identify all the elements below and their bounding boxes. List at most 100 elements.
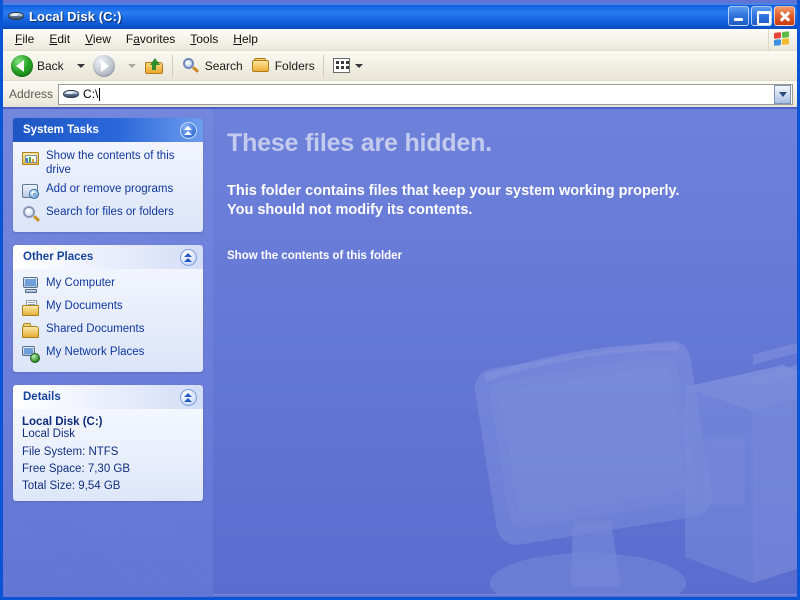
panel-details: Details Local Disk (C:) Local Disk File …: [13, 385, 203, 501]
close-button[interactable]: [774, 6, 795, 26]
page-title: These files are hidden.: [227, 129, 492, 157]
address-input[interactable]: C:\: [58, 83, 793, 105]
details-total-size: Total Size: 9,54 GB: [22, 480, 121, 492]
up-folder-icon: [144, 56, 164, 76]
back-dropdown-button[interactable]: [68, 54, 89, 78]
sidebar-item-label-my-documents: My Documents: [46, 300, 123, 312]
panel-header-details[interactable]: Details: [13, 385, 203, 409]
panel-header-other-places[interactable]: Other Places: [13, 245, 203, 269]
sidebar-item-my-computer[interactable]: My Computer: [22, 276, 195, 294]
explorer-window: Local Disk (C:) File Edit View Favorites…: [0, 0, 800, 600]
my-documents-icon: [22, 299, 40, 317]
address-harddisk-icon: [62, 86, 80, 102]
maximize-button[interactable]: [751, 6, 772, 26]
file-list-pane[interactable]: These files are hidden. This folder cont…: [213, 109, 797, 597]
menu-item-tools[interactable]: Tools: [183, 30, 226, 49]
forward-dropdown-button[interactable]: [119, 54, 140, 78]
caption-buttons: [728, 6, 795, 26]
panel-title-system-tasks: System Tasks: [23, 124, 99, 136]
menu-bar: File Edit View Favorites Tools Help: [3, 29, 797, 51]
views-button[interactable]: [328, 54, 367, 78]
address-dropdown-button[interactable]: [774, 84, 791, 104]
panel-header-system-tasks[interactable]: System Tasks: [13, 118, 203, 142]
address-label: Address: [9, 87, 54, 101]
sidebar-item-shared-documents[interactable]: Shared Documents: [22, 322, 195, 340]
panel-title-details: Details: [23, 391, 61, 403]
menu-item-help-rest: elp: [241, 32, 258, 46]
details-free-space: Free Space: 7,30 GB: [22, 463, 131, 475]
collapse-chevron-up-icon-other-places[interactable]: [180, 248, 197, 266]
panel-body-system-tasks: Show the contents of this drive Add or r…: [13, 142, 203, 232]
back-button-label: Back: [37, 58, 64, 73]
panel-title-other-places: Other Places: [23, 251, 94, 263]
explorer-body: System Tasks Show the contents of this d…: [3, 109, 797, 597]
menu-item-tools-rest: ools: [196, 32, 219, 46]
menu-item-help[interactable]: Help: [226, 30, 266, 49]
shared-documents-icon: [22, 322, 40, 340]
sidebar-item-add-remove-programs[interactable]: Add or remove programs: [22, 182, 195, 200]
panel-other-places: Other Places My Computer My Documents Sh…: [13, 245, 203, 372]
forward-button[interactable]: [89, 54, 119, 78]
toolbar: Back Search Folders: [3, 51, 797, 81]
toolbar-separator-1: [171, 54, 173, 77]
details-file-system: File System: NTFS: [22, 446, 119, 458]
add-remove-programs-icon: [22, 182, 40, 200]
toolbar-separator-2: [322, 54, 324, 77]
forward-arrow-icon: [92, 54, 115, 77]
menu-item-edit[interactable]: Edit: [42, 30, 78, 49]
window-title: Local Disk (C:): [29, 8, 122, 24]
title-bar: Local Disk (C:): [3, 3, 797, 29]
panel-body-other-places: My Computer My Documents Shared Document…: [13, 269, 203, 372]
windows-flag-icon: [768, 29, 794, 50]
back-arrow-icon: [11, 54, 33, 77]
folder-contents-icon: [22, 149, 40, 167]
panel-body-details: Local Disk (C:) Local Disk File System: …: [13, 409, 203, 501]
sidebar-item-search-files[interactable]: Search for files or folders: [22, 205, 195, 223]
sidebar-item-label-shared-documents: Shared Documents: [46, 323, 145, 335]
sidebar-item-show-contents[interactable]: Show the contents of this drive: [22, 149, 195, 177]
folders-button-label: Folders: [274, 58, 315, 73]
collapse-chevron-up-icon-details[interactable]: [180, 388, 197, 406]
address-caret: [99, 87, 101, 101]
back-button[interactable]: Back: [7, 54, 68, 78]
chevron-down-icon: [778, 91, 787, 97]
menu-item-favorites-rest: vorites: [139, 32, 176, 46]
computer-watermark-icon: [474, 338, 797, 597]
up-button[interactable]: [140, 54, 168, 78]
hidden-files-message: These files are hidden. This folder cont…: [213, 109, 797, 264]
panel-system-tasks: System Tasks Show the contents of this d…: [13, 118, 203, 232]
menu-item-view-rest: iew: [92, 32, 111, 46]
search-button[interactable]: Search: [177, 54, 247, 78]
sidebar-item-label-my-computer: My Computer: [46, 277, 116, 289]
menu-item-view[interactable]: View: [78, 30, 119, 49]
details-volume-name: Local Disk (C:): [22, 416, 103, 428]
address-value: C:\: [83, 87, 99, 101]
message-line-1: This folder contains files that keep you…: [227, 183, 680, 199]
menu-item-file-rest: ile: [22, 32, 35, 46]
folders-button[interactable]: Folders: [247, 54, 319, 78]
my-computer-icon: [22, 276, 40, 294]
address-bar: Address C:\: [3, 81, 797, 109]
search-icon: [181, 56, 201, 76]
minimize-button[interactable]: [728, 6, 749, 26]
show-contents-of-folder-link[interactable]: Show the contents of this folder: [227, 250, 402, 262]
sidebar-item-label-add-remove-programs: Add or remove programs: [46, 183, 174, 195]
network-places-icon: [22, 345, 40, 363]
menu-item-file[interactable]: File: [8, 30, 42, 49]
message-line-2: You should not modify its contents.: [227, 202, 473, 218]
details-volume-type: Local Disk: [22, 428, 76, 440]
views-icon: [332, 57, 352, 75]
magnifier-icon: [22, 205, 41, 223]
menu-item-edit-rest: dit: [57, 32, 71, 46]
sidebar-item-my-documents[interactable]: My Documents: [22, 299, 195, 317]
search-button-label: Search: [204, 58, 243, 73]
status-bar: [213, 594, 797, 597]
show-contents-link-row: Show the contents of this folder: [227, 246, 773, 264]
sidebar-item-label-network-places: My Network Places: [46, 346, 145, 358]
collapse-chevron-up-icon-system-tasks[interactable]: [180, 121, 197, 139]
menu-item-favorites[interactable]: Favorites: [119, 30, 183, 49]
sidebar-item-network-places[interactable]: My Network Places: [22, 345, 195, 363]
sidebar-item-label-search-files: Search for files or folders: [46, 206, 174, 218]
folders-icon: [251, 56, 271, 76]
harddisk-icon: [7, 8, 25, 24]
